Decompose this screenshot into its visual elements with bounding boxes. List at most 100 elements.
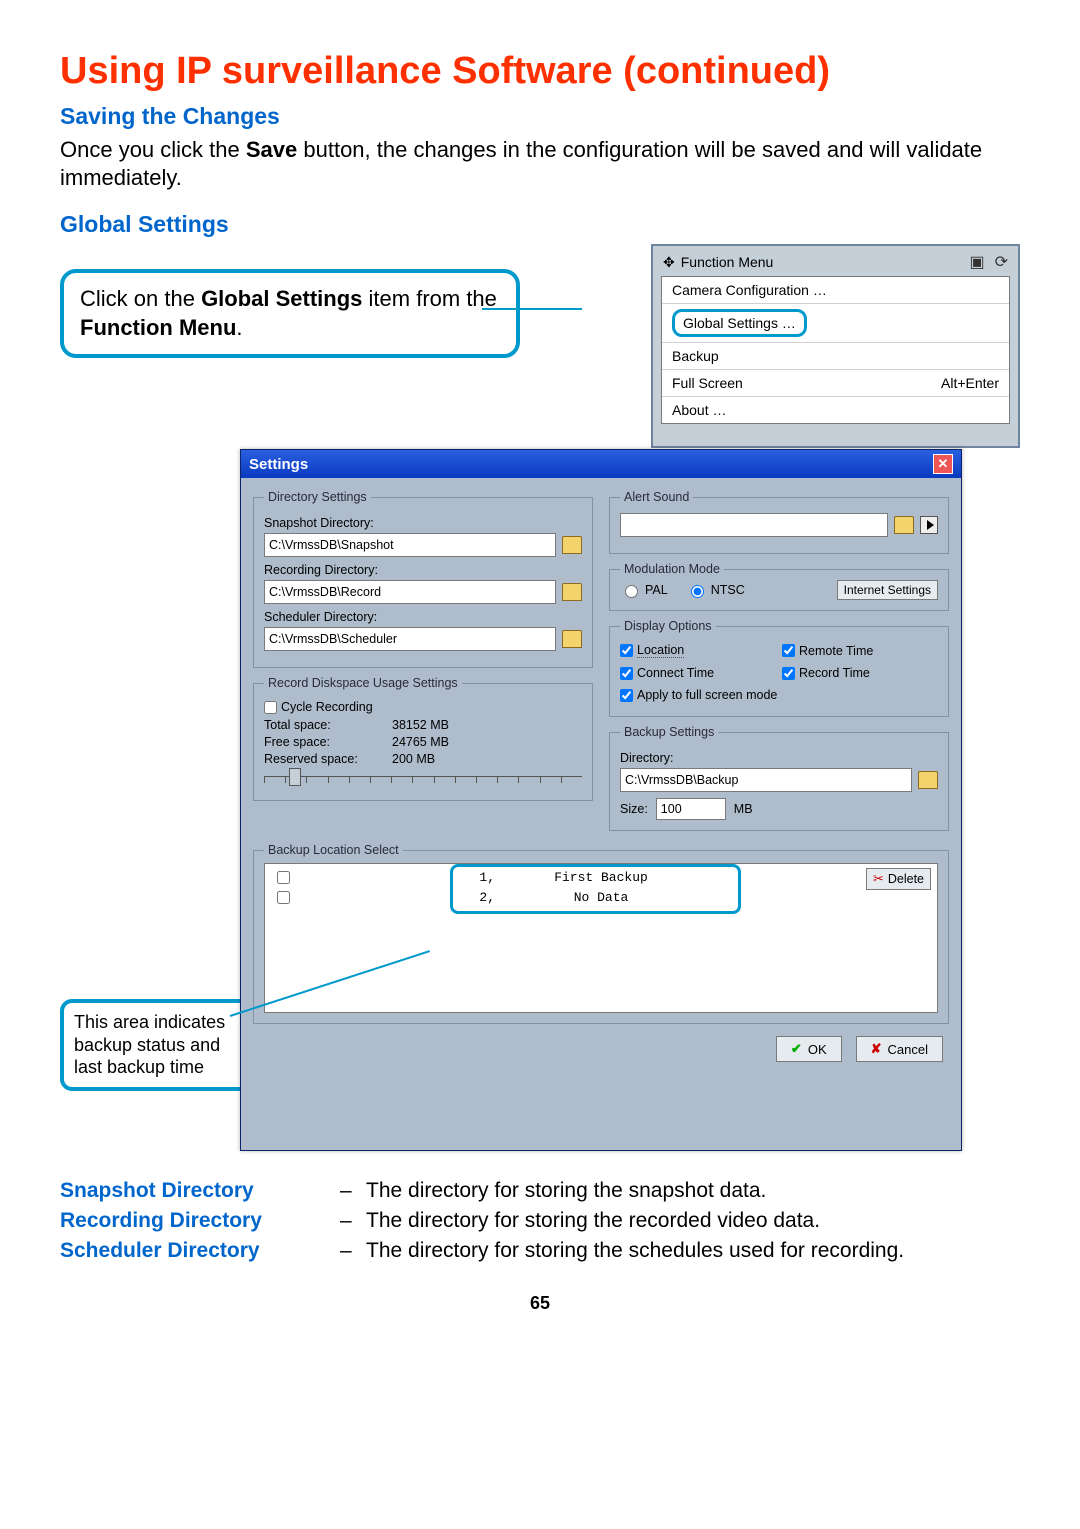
backup-row-checkbox[interactable]	[277, 871, 290, 884]
recording-directory-term: Recording Directory	[60, 1209, 340, 1233]
saving-paragraph: Once you click the Save button, the chan…	[60, 136, 1020, 191]
legend: Modulation Mode	[620, 562, 724, 576]
scheduler-dir-input[interactable]	[264, 627, 556, 651]
play-icon[interactable]	[920, 516, 938, 534]
remote-time-checkbox[interactable]	[782, 644, 795, 657]
modulation-mode-group: Modulation Mode Internet Settings PAL NT…	[609, 562, 949, 611]
backup-dir-input[interactable]	[620, 768, 912, 792]
text: Click on the	[80, 286, 201, 311]
backup-settings-group: Backup Settings Directory: Size: MB	[609, 725, 949, 831]
label: Delete	[888, 872, 924, 886]
scheduler-directory-desc: The directory for storing the schedules …	[366, 1239, 1020, 1263]
settings-dialog: Settings ✕ Directory Settings Snapshot D…	[240, 449, 962, 1151]
menu-icon: ✥	[663, 254, 675, 271]
dialog-title: Settings	[249, 456, 308, 473]
menu-item-about[interactable]: About …	[662, 397, 1009, 423]
bold: Global Settings	[201, 286, 362, 311]
dash: –	[340, 1209, 366, 1233]
free-space-label: Free space:	[264, 735, 384, 749]
legend: Record Diskspace Usage Settings	[264, 676, 462, 690]
text: .	[236, 315, 242, 340]
text: item from the	[362, 286, 496, 311]
page-title: Using IP surveillance Software (continue…	[60, 50, 1020, 93]
alert-sound-input[interactable]	[620, 513, 888, 537]
legend: Alert Sound	[620, 490, 693, 504]
backup-row[interactable]: 1, First Backup	[273, 868, 929, 888]
record-diskspace-group: Record Diskspace Usage Settings Cycle Re…	[253, 676, 593, 801]
label: Full Screen	[672, 375, 743, 391]
ntsc-radio[interactable]	[691, 585, 704, 598]
global-heading: Global Settings	[60, 211, 1020, 238]
legend: Directory Settings	[264, 490, 371, 504]
saving-heading: Saving the Changes	[60, 103, 1020, 130]
snapshot-directory-term: Snapshot Directory	[60, 1179, 340, 1203]
ok-button[interactable]: ✔ OK	[776, 1036, 842, 1062]
row-num: 2,	[465, 888, 495, 908]
internet-settings-button[interactable]: Internet Settings	[837, 580, 938, 600]
remote-time-label: Remote Time	[799, 644, 873, 658]
apply-fullscreen-label: Apply to full screen mode	[637, 688, 777, 702]
label: About …	[672, 402, 726, 418]
snapshot-dir-label: Snapshot Directory:	[264, 516, 582, 530]
row-status: No Data	[501, 888, 701, 908]
reserved-space-slider[interactable]	[264, 776, 582, 790]
pal-radio[interactable]	[625, 585, 638, 598]
save-bold: Save	[246, 137, 297, 162]
delete-button[interactable]: ✂ Delete	[866, 868, 931, 890]
connect-time-label: Connect Time	[637, 666, 714, 680]
pal-label: PAL	[645, 583, 668, 597]
connect-time-checkbox[interactable]	[620, 667, 633, 680]
refresh-icon[interactable]: ⟳	[995, 252, 1008, 272]
row-num: 1,	[465, 868, 495, 888]
bold: Function Menu	[80, 315, 236, 340]
backup-dir-label: Directory:	[620, 751, 938, 765]
snapshot-directory-desc: The directory for storing the snapshot d…	[366, 1179, 1020, 1203]
backup-location-select-group: Backup Location Select ✂ Delete 1, First …	[253, 843, 949, 1024]
dash: –	[340, 1239, 366, 1263]
reserved-space-label: Reserved space:	[264, 752, 384, 766]
legend: Backup Location Select	[264, 843, 403, 857]
page-number: 65	[60, 1293, 1020, 1314]
browse-folder-icon[interactable]	[562, 630, 582, 648]
row-status: First Backup	[501, 868, 701, 888]
legend: Backup Settings	[620, 725, 718, 739]
cycle-recording-checkbox[interactable]	[264, 701, 277, 714]
location-checkbox[interactable]	[620, 644, 633, 657]
size-unit: MB	[734, 802, 753, 816]
label: Backup	[672, 348, 719, 364]
recording-directory-desc: The directory for storing the recorded v…	[366, 1209, 1020, 1233]
browse-folder-icon[interactable]	[894, 516, 914, 534]
size-input[interactable]	[656, 798, 726, 820]
menu-item-backup[interactable]: Backup	[662, 343, 1009, 370]
menu-item-full-screen[interactable]: Full Screen Alt+Enter	[662, 370, 1009, 397]
total-space-label: Total space:	[264, 718, 384, 732]
shortcut: Alt+Enter	[941, 375, 999, 391]
connector-line	[482, 308, 582, 310]
dash: –	[340, 1179, 366, 1203]
label: Global Settings …	[672, 309, 807, 337]
backup-row[interactable]: 2, No Data	[273, 888, 929, 908]
check-icon: ✔	[791, 1041, 802, 1057]
record-time-checkbox[interactable]	[782, 667, 795, 680]
menu-item-camera-config[interactable]: Camera Configuration …	[662, 277, 1009, 304]
legend: Display Options	[620, 619, 716, 633]
menu-item-global-settings[interactable]: Global Settings …	[662, 304, 1009, 343]
total-space-value: 38152 MB	[392, 718, 449, 732]
function-menu-screenshot: ✥ Function Menu ▣ ⟳ Camera Configuration…	[651, 244, 1020, 448]
browse-folder-icon[interactable]	[918, 771, 938, 789]
recording-dir-input[interactable]	[264, 580, 556, 604]
display-options-group: Display Options Location Remote Time Con…	[609, 619, 949, 717]
label: OK	[808, 1042, 827, 1057]
recording-dir-label: Recording Directory:	[264, 563, 582, 577]
reserved-space-value: 200 MB	[392, 752, 435, 766]
browse-folder-icon[interactable]	[562, 536, 582, 554]
callout-backup-area: This area indicates backup status and la…	[60, 999, 258, 1091]
cancel-button[interactable]: ✘Cancel	[856, 1036, 943, 1062]
browse-folder-icon[interactable]	[562, 583, 582, 601]
scissors-icon: ✂	[873, 871, 884, 887]
apply-fullscreen-checkbox[interactable]	[620, 689, 633, 702]
close-icon[interactable]: ✕	[933, 454, 953, 474]
snapshot-dir-input[interactable]	[264, 533, 556, 557]
camera-icon[interactable]: ▣	[969, 252, 984, 272]
backup-row-checkbox[interactable]	[277, 891, 290, 904]
